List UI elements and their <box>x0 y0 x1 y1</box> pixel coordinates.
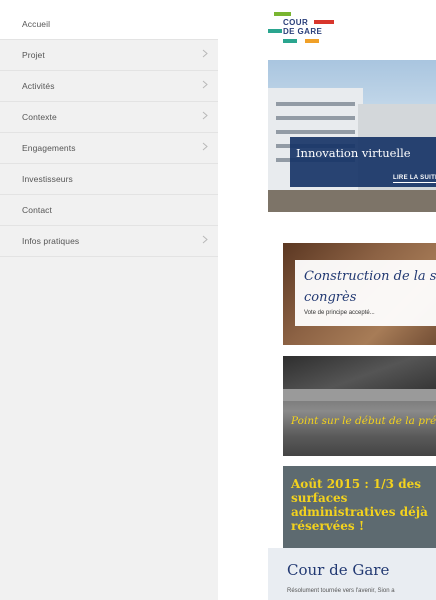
chevron-right-icon <box>200 235 210 247</box>
sidebar-item-projet[interactable]: Projet <box>0 40 218 71</box>
logo-bar-orange <box>305 39 319 43</box>
chevron-right-icon <box>200 142 210 154</box>
sidebar-item-label: Engagements <box>22 143 76 153</box>
news-card-title: Point sur le début de la pré- <box>291 415 436 427</box>
intro-title: Cour de Gare <box>287 561 390 579</box>
logo-bar-green <box>274 12 291 16</box>
main-content: COUR DE GARE Innovation virtuelle LIRE L… <box>218 0 436 600</box>
chevron-right-icon <box>200 80 210 92</box>
cour-de-gare-logo[interactable]: COUR DE GARE <box>268 12 338 52</box>
sidebar: Accueil Projet Activités Contexte Engagement… <box>0 0 218 600</box>
logo-bar-teal <box>268 29 282 33</box>
intro-section: Cour de Gare Résolument tournée vers l'a… <box>268 548 436 600</box>
hero-read-more-link[interactable]: LIRE LA SUITE <box>393 175 436 183</box>
sidebar-item-investisseurs[interactable]: Investisseurs <box>0 164 218 195</box>
sidebar-item-label: Accueil <box>22 19 51 29</box>
intro-text: Résolument tournée vers l'avenir, Sion a <box>287 588 395 594</box>
sidebar-item-engagements[interactable]: Engagements <box>0 133 218 164</box>
sidebar-item-label: Contact <box>22 205 52 215</box>
sidebar-item-label: Activités <box>22 81 55 91</box>
news-card-title: Août 2015 : 1/3 des surfaces administrat… <box>291 477 428 533</box>
sidebar-item-activit-s[interactable]: Activités <box>0 71 218 102</box>
news-card-image-town <box>283 389 436 401</box>
logo-line-1: COUR <box>283 18 309 27</box>
sidebar-item-infos-pratiques[interactable]: Infos pratiques <box>0 226 218 257</box>
chevron-right-icon <box>200 49 210 61</box>
logo-line-2: DE GARE <box>283 27 323 36</box>
news-card-point[interactable]: Point sur le début de la pré- <box>283 356 436 456</box>
sidebar-top-strip <box>0 0 218 9</box>
sidebar-item-label: Investisseurs <box>22 174 73 184</box>
news-card-subtitle: Vote de principe accepté... <box>304 310 375 316</box>
sidebar-item-contact[interactable]: Contact <box>0 195 218 226</box>
sidebar-item-contexte[interactable]: Contexte <box>0 102 218 133</box>
chevron-right-icon <box>200 111 210 123</box>
hero-caption: Innovation virtuelle LIRE LA SUITE <box>290 137 436 187</box>
sidebar-item-accueil[interactable]: Accueil <box>0 9 218 40</box>
logo-bar-teal-2 <box>283 39 297 43</box>
hero-banner[interactable]: Innovation virtuelle LIRE LA SUITE <box>268 60 436 212</box>
hero-image-plaza <box>268 190 436 212</box>
news-card-title: Construction de la salle de congrès <box>304 269 436 305</box>
news-card-august-2015[interactable]: Août 2015 : 1/3 des surfaces administrat… <box>283 466 436 548</box>
sidebar-item-label: Contexte <box>22 112 57 122</box>
sidebar-nav-list: Accueil Projet Activités Contexte Engagement… <box>0 9 218 257</box>
sidebar-item-label: Infos pratiques <box>22 236 80 246</box>
news-card-panel: Construction de la salle de congrès Vote… <box>295 260 436 326</box>
sidebar-item-label: Projet <box>22 50 45 60</box>
hero-title: Innovation virtuelle <box>296 146 411 160</box>
logo-bar-red <box>314 20 334 24</box>
news-card-construction[interactable]: Construction de la salle de congrès Vote… <box>283 243 436 345</box>
